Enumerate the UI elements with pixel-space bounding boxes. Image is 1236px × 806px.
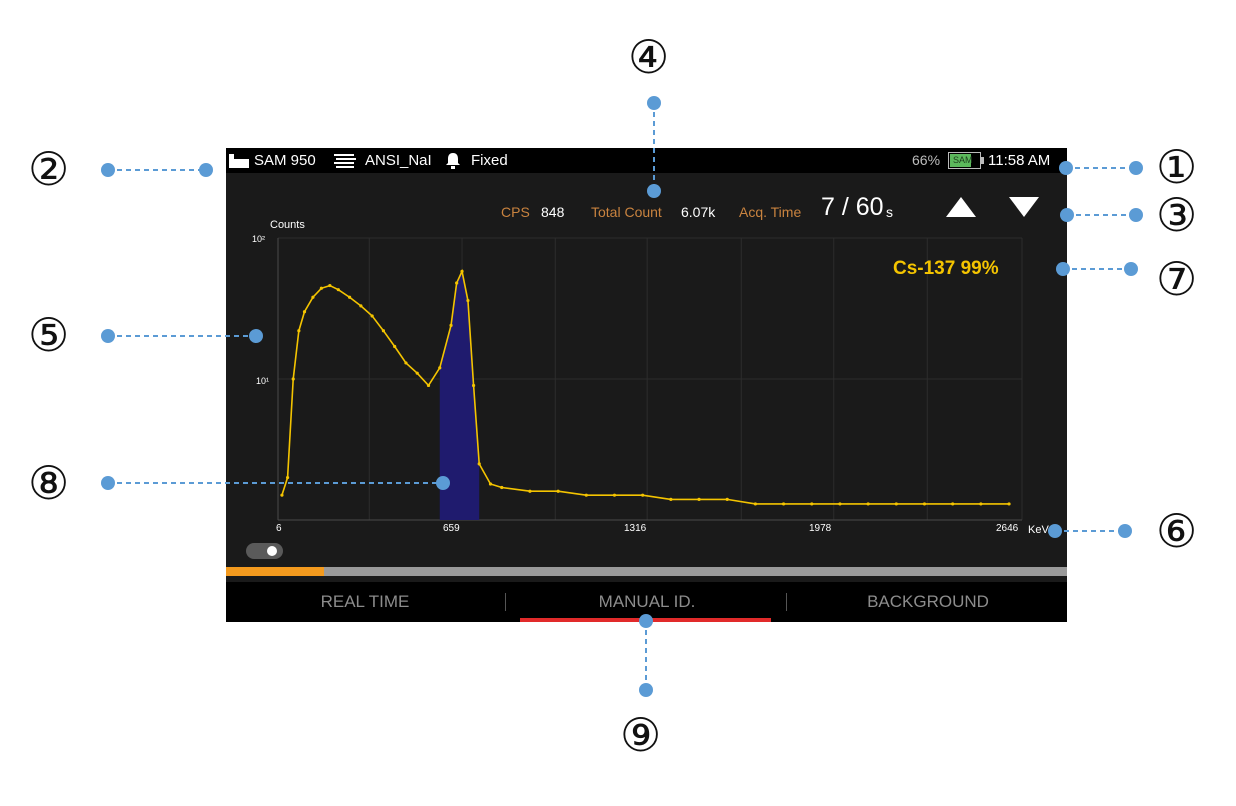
callout-9: ⑨ [620, 708, 662, 762]
callout-4: ④ [628, 30, 670, 84]
callout-lines [101, 96, 1143, 697]
callout-3: ③ [1156, 188, 1198, 242]
callout-8: ⑧ [28, 456, 70, 510]
callout-7: ⑦ [1156, 252, 1198, 306]
callout-6: ⑥ [1156, 504, 1198, 558]
callout-2: ② [28, 142, 70, 196]
callout-5: ⑤ [28, 308, 70, 362]
callout-1: ① [1156, 140, 1198, 194]
